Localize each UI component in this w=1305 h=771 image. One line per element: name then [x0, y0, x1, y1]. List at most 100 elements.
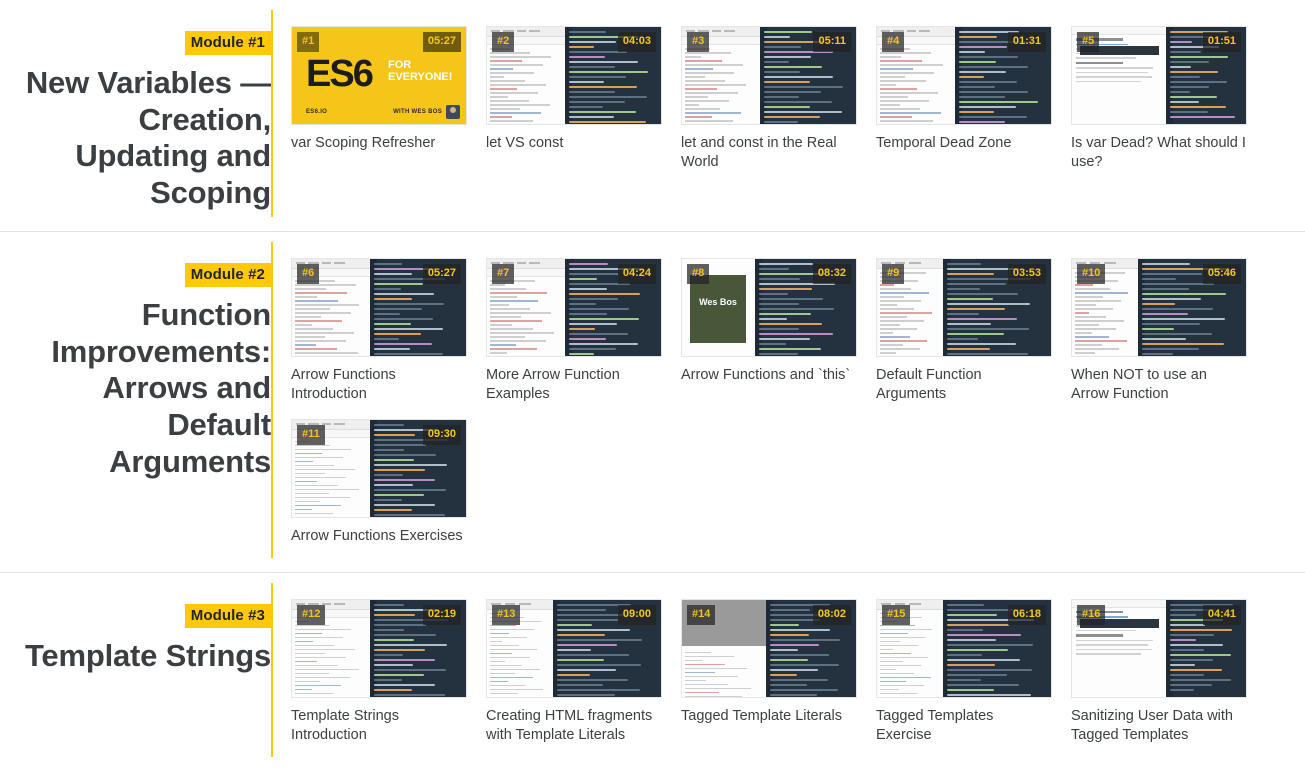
- module-header: Module #3 Template Strings: [0, 573, 271, 695]
- video-thumbnail[interactable]: Wes Bos #8 08:32: [681, 258, 857, 358]
- video-title: Sanitizing User Data with Tagged Templat…: [1071, 707, 1233, 743]
- course-module-list: Module #1 New Variables — Creation, Updat…: [0, 0, 1305, 771]
- video-title: var Scoping Refresher: [291, 135, 436, 151]
- module-header: Module #2 Function Improvements: Arrows a…: [0, 232, 271, 500]
- video-duration-badge: 05:11: [813, 32, 851, 52]
- video-duration-badge: 03:53: [1007, 264, 1046, 285]
- video-thumbnail[interactable]: #14 08:02: [681, 598, 857, 698]
- video-thumbnail[interactable]: #2 04:03: [486, 26, 662, 125]
- video-card[interactable]: #11 09:30 Arrow Functions Exercises: [291, 418, 467, 560]
- video-title: Tagged Template Literals: [681, 707, 842, 724]
- video-card[interactable]: #6 05:27 Arrow Functions Introduction: [291, 258, 467, 418]
- video-title: When NOT to use an Arrow Function: [1071, 367, 1207, 403]
- video-card[interactable]: #10 05:46 When NOT to use an Arrow Functio…: [1071, 258, 1247, 418]
- video-title: Template Strings Introduction: [291, 707, 399, 743]
- video-thumbnail[interactable]: ES6 FOR EVERYONE! ES6.IO WITH WES BOS #1 05:27: [291, 26, 467, 125]
- video-duration-badge: 04:41: [1202, 604, 1241, 625]
- video-number-badge: #9: [882, 264, 905, 285]
- video-title: Arrow Functions Introduction: [291, 367, 396, 403]
- video-title: let and const in the Real World: [681, 135, 837, 171]
- module-video-grid: #6 05:27 Arrow Functions Introduction #7 04:…: [291, 232, 1305, 571]
- video-card[interactable]: #12 02:19 Template Strings Introduction: [291, 598, 467, 759]
- video-duration-badge: 09:30: [422, 424, 461, 445]
- video-card[interactable]: #16 04:41 Sanitizing User Data with Tagged…: [1071, 598, 1247, 759]
- video-card[interactable]: #5 01:51 Is var Dead? What should I use?: [1071, 26, 1247, 186]
- video-duration-badge: 08:02: [812, 604, 851, 625]
- video-thumbnail[interactable]: #13 09:00: [486, 598, 662, 698]
- module-section: Module #2 Function Improvements: Arrows a…: [0, 232, 1305, 573]
- video-card[interactable]: #15 06:18 Tagged Templates Exercise: [876, 598, 1052, 759]
- video-card[interactable]: Wes Bos #8 08:32 Arrow Functions and `this`: [681, 258, 857, 418]
- module-title: Function Improvements: Arrows and Defaul…: [51, 297, 271, 479]
- video-grid: #6 05:27 Arrow Functions Introduction #7 04:…: [291, 258, 1305, 559]
- video-title: Creating HTML fragments with Template Li…: [486, 707, 653, 743]
- video-number-badge: #13: [492, 604, 521, 625]
- video-duration-badge: 06:18: [1007, 604, 1046, 625]
- video-duration-badge: 02:19: [422, 604, 461, 625]
- video-title: Arrow Functions Exercises: [291, 527, 463, 544]
- video-title: Temporal Dead Zone: [876, 135, 1012, 151]
- module-section: Module #3 Template Strings #12 02:19 Templat…: [0, 573, 1305, 771]
- video-card[interactable]: #2 04:03 let VS const: [486, 26, 662, 186]
- video-number-badge: #16: [1077, 604, 1106, 625]
- video-number-badge: #3: [687, 32, 710, 52]
- video-card[interactable]: #4 01:31 Temporal Dead Zone: [876, 26, 1052, 186]
- video-number-badge: #11: [297, 424, 325, 445]
- video-number-badge: #8: [687, 264, 710, 285]
- video-thumbnail[interactable]: #12 02:19: [291, 598, 467, 698]
- video-card[interactable]: #13 09:00 Creating HTML fragments with Tem…: [486, 598, 662, 759]
- video-number-badge: #5: [1077, 32, 1100, 52]
- video-thumbnail[interactable]: #15 06:18: [876, 598, 1052, 698]
- video-card[interactable]: #9 03:53 Default Function Arguments: [876, 258, 1052, 418]
- module-badge: Module #2: [184, 263, 271, 288]
- video-duration-badge: 05:27: [422, 264, 461, 285]
- video-number-badge: #1: [297, 32, 320, 52]
- video-title: More Arrow Function Examples: [486, 367, 620, 403]
- video-number-badge: #12: [297, 604, 326, 625]
- video-duration-badge: 01:51: [1202, 32, 1241, 52]
- video-number-badge: #4: [882, 32, 905, 52]
- video-number-badge: #10: [1077, 264, 1106, 285]
- video-duration-badge: 04:24: [617, 264, 656, 285]
- video-thumbnail[interactable]: #5 01:51: [1071, 26, 1247, 125]
- video-thumbnail[interactable]: #9 03:53: [876, 258, 1052, 358]
- module-accent-rule: [271, 0, 291, 231]
- video-duration-badge: 09:00: [617, 604, 656, 625]
- video-card[interactable]: #7 04:24 More Arrow Function Examples: [486, 258, 662, 418]
- video-title: Is var Dead? What should I use?: [1071, 135, 1246, 171]
- video-thumbnail[interactable]: #4 01:31: [876, 26, 1052, 125]
- video-number-badge: #14: [687, 604, 716, 625]
- video-number-badge: #6: [297, 264, 320, 285]
- video-thumbnail[interactable]: #6 05:27: [291, 258, 467, 358]
- video-grid: #12 02:19 Template Strings Introduction #13…: [291, 598, 1305, 759]
- module-badge: Module #3: [184, 603, 271, 628]
- video-number-badge: #2: [492, 32, 515, 52]
- video-title: Default Function Arguments: [876, 367, 982, 403]
- video-duration-badge: 08:32: [812, 264, 851, 285]
- module-title: Template Strings: [25, 637, 271, 673]
- video-thumbnail[interactable]: #7 04:24: [486, 258, 662, 358]
- video-thumbnail[interactable]: #3 05:11: [681, 26, 857, 125]
- video-duration-badge: 01:31: [1007, 32, 1046, 52]
- video-duration-badge: 05:46: [1202, 264, 1241, 285]
- module-video-grid: #12 02:19 Template Strings Introduction #13…: [291, 573, 1305, 771]
- video-number-badge: #15: [882, 604, 911, 625]
- video-grid: ES6 FOR EVERYONE! ES6.IO WITH WES BOS #1 05:27…: [291, 26, 1305, 186]
- video-thumbnail[interactable]: #10 05:46: [1071, 258, 1247, 358]
- video-duration-badge: 04:03: [617, 32, 656, 52]
- video-title: Arrow Functions and `this`: [681, 367, 851, 384]
- video-number-badge: #7: [492, 264, 515, 285]
- video-thumbnail[interactable]: #16 04:41: [1071, 598, 1247, 698]
- module-title: New Variables — Creation, Updating and S…: [25, 65, 271, 210]
- video-card[interactable]: #3 05:11 let and const in the Real World: [681, 26, 857, 186]
- module-accent-rule: [271, 232, 291, 571]
- video-duration-badge: 05:27: [422, 32, 461, 52]
- module-section: Module #1 New Variables — Creation, Updat…: [0, 0, 1305, 233]
- module-video-grid: ES6 FOR EVERYONE! ES6.IO WITH WES BOS #1 05:27…: [291, 0, 1305, 198]
- module-header: Module #1 New Variables — Creation, Updat…: [0, 0, 271, 231]
- video-title: let VS const: [486, 135, 564, 151]
- module-badge: Module #1: [184, 31, 271, 55]
- video-card[interactable]: ES6 FOR EVERYONE! ES6.IO WITH WES BOS #1 05:27…: [291, 26, 467, 186]
- video-card[interactable]: #14 08:02 Tagged Template Literals: [681, 598, 857, 759]
- video-thumbnail[interactable]: #11 09:30: [291, 418, 467, 518]
